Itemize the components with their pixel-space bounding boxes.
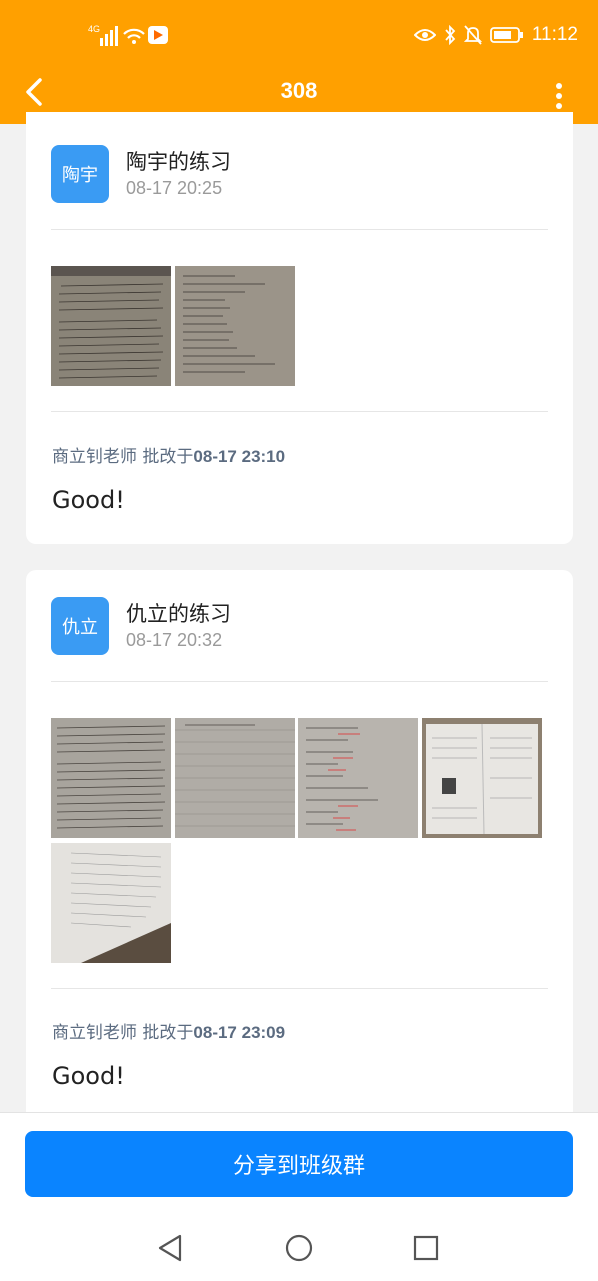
app-header: 4G 11:12 308 — [0, 0, 598, 124]
submission-card: 陶宇 陶宇的练习 08-17 20:25 商立钊老师 批改于08-17 23:1… — [26, 112, 573, 544]
eye-icon — [413, 29, 436, 41]
divider — [51, 229, 548, 230]
submission-time: 08-17 20:32 — [126, 630, 223, 650]
bluetooth-icon — [445, 25, 456, 45]
recent-square-icon[interactable] — [412, 1233, 440, 1263]
homework-photo[interactable] — [51, 718, 171, 838]
submission-time: 08-17 20:25 — [126, 178, 223, 198]
reviewer-label: 商立钊老师 批改于 — [52, 447, 194, 467]
reviewer-label: 商立钊老师 批改于 — [52, 1023, 194, 1043]
bell-off-icon — [463, 25, 482, 45]
teacher-comment: Good! — [52, 486, 125, 514]
battery-icon — [489, 27, 523, 43]
teacher-comment: Good! — [52, 1062, 125, 1090]
status-right: 11:12 — [413, 22, 578, 48]
submission-title: 仇立的练习 — [126, 602, 231, 626]
homework-photo[interactable] — [51, 266, 171, 386]
bottom-bar: 分享到班级群 — [0, 1112, 598, 1281]
back-triangle-icon[interactable] — [156, 1233, 184, 1263]
homework-photo[interactable] — [175, 266, 295, 386]
homework-photo[interactable] — [51, 843, 171, 963]
homework-photo[interactable] — [298, 718, 418, 838]
review-time: 08-17 23:09 — [193, 1023, 286, 1042]
divider — [51, 411, 548, 412]
status-bar: 4G 11:12 — [0, 0, 598, 68]
review-info: 商立钊老师 批改于08-17 23:09 — [52, 1018, 285, 1043]
signal-wifi-icon: 4G — [88, 24, 168, 46]
avatar[interactable]: 仇立 — [51, 597, 109, 655]
review-time: 08-17 23:10 — [193, 447, 286, 466]
review-info: 商立钊老师 批改于08-17 23:10 — [52, 442, 285, 467]
network-type: 4G — [88, 24, 100, 34]
homework-photo[interactable] — [175, 718, 295, 838]
homework-photo[interactable] — [422, 718, 542, 838]
submission-card: 仇立 仇立的练习 08-17 20:32 商立钊老师 批改于08-17 23:0… — [26, 570, 573, 1150]
divider — [51, 681, 548, 682]
divider — [51, 988, 548, 989]
more-vertical-icon[interactable] — [550, 76, 568, 116]
share-to-class-group-button[interactable]: 分享到班级群 — [25, 1131, 573, 1197]
avatar[interactable]: 陶宇 — [51, 145, 109, 203]
clock: 11:12 — [531, 24, 578, 45]
page-title: 308 — [280, 78, 318, 103]
submission-title: 陶宇的练习 — [126, 150, 231, 174]
home-circle-icon[interactable] — [284, 1233, 314, 1263]
